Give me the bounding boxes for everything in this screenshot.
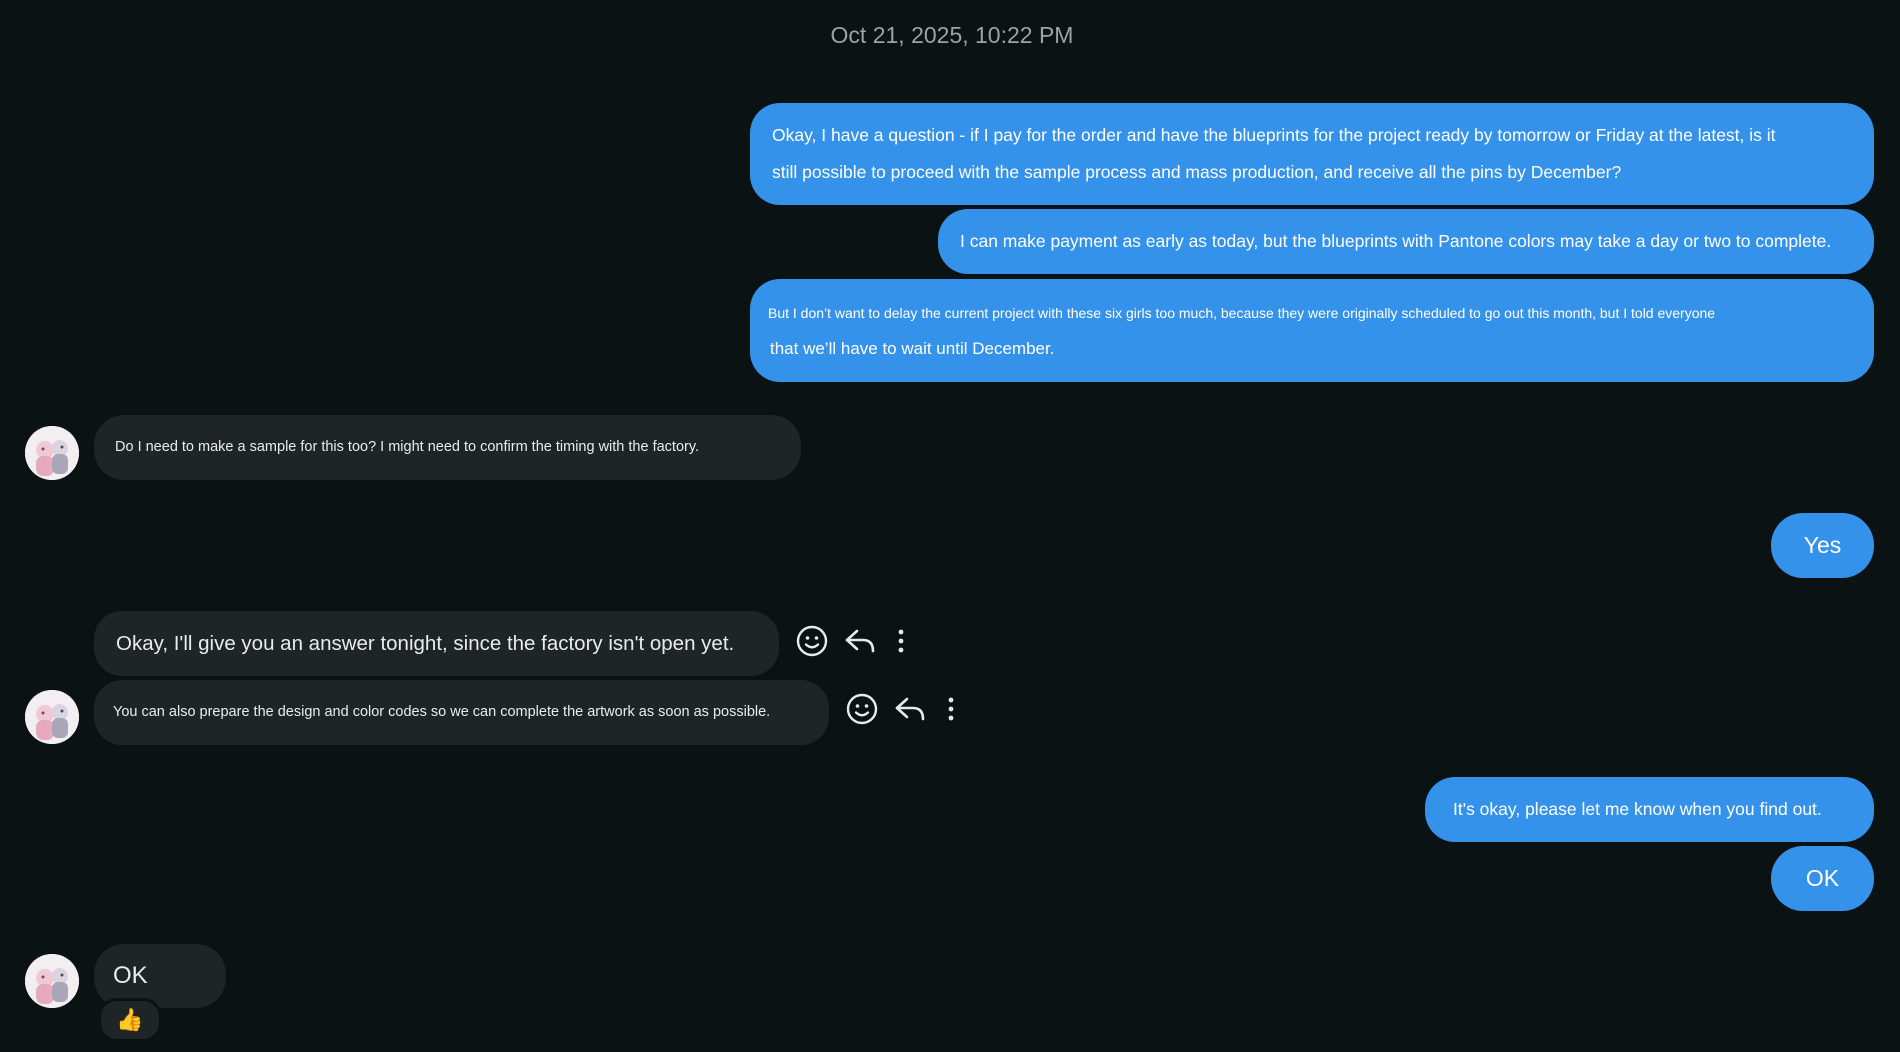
message-text-line: still possible to proceed with the sampl… [772,162,1622,182]
message-bubble-incoming[interactable]: Do I need to make a sample for this too?… [94,415,801,480]
thumbs-up-icon: 👍 [116,1007,144,1032]
contact-avatar[interactable] [25,954,79,1008]
avatar-illustration-icon [25,954,79,1008]
message-bubble-outgoing[interactable]: OK [1771,846,1874,911]
message-text: It's okay, please let me know when you f… [1453,798,1822,819]
message-bubble-incoming[interactable]: You can also prepare the design and colo… [94,680,829,745]
message-actions [795,624,911,658]
message-text-line: that we’ll have to wait until December. [770,338,1055,358]
emoji-react-icon[interactable] [795,624,829,658]
conversation-timestamp: Oct 21, 2025, 10:22 PM [830,22,1074,48]
more-options-icon[interactable] [891,624,911,658]
more-options-icon[interactable] [941,692,961,726]
message-actions [845,692,961,726]
message-bubble-incoming[interactable]: Okay, I'll give you an answer tonight, s… [94,611,779,676]
message-text: OK [113,962,148,990]
thumbs-up-reaction-badge[interactable]: 👍 [98,998,162,1042]
emoji-react-icon[interactable] [845,692,879,726]
message-text: OK [1805,864,1840,891]
message-text-line: But I don’t want to delay the current pr… [768,304,1716,321]
message-text: Yes [1803,531,1842,558]
message-text-line: Okay, I have a question - if I pay for t… [772,125,1776,145]
message-text: You can also prepare the design and colo… [113,704,771,721]
message-bubble-outgoing[interactable]: I can make payment as early as today, bu… [938,209,1874,274]
message-text: I can make payment as early as today, bu… [960,230,1832,251]
reply-icon[interactable] [893,692,927,726]
contact-avatar[interactable] [25,426,79,480]
message-text: Do I need to make a sample for this too?… [115,439,700,456]
contact-avatar[interactable] [25,690,79,744]
avatar-illustration-icon [25,690,79,744]
message-text: Okay, I'll give you an answer tonight, s… [116,631,735,655]
message-bubble-outgoing[interactable]: Yes [1771,513,1874,578]
reply-icon[interactable] [843,624,877,658]
message-bubble-outgoing[interactable]: It's okay, please let me know when you f… [1425,777,1874,842]
avatar-illustration-icon [25,426,79,480]
message-bubble-outgoing[interactable]: But I don’t want to delay the current pr… [750,279,1874,382]
message-bubble-outgoing[interactable]: Okay, I have a question - if I pay for t… [750,103,1874,205]
